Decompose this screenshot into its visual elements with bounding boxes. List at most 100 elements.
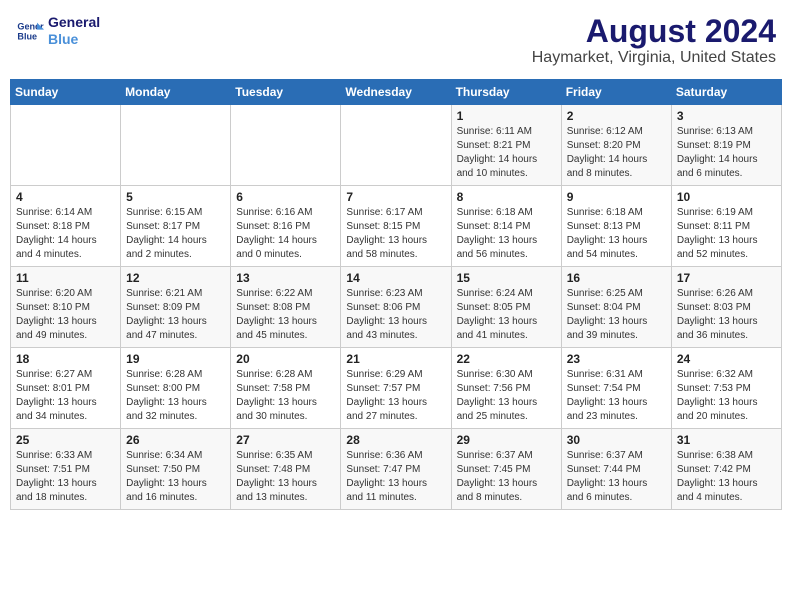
calendar-cell: 6Sunrise: 6:16 AM Sunset: 8:16 PM Daylig… [231,186,341,267]
calendar-cell: 19 Sunrise: 6:28 AM Sunset: 8:00 PM Dayli… [121,348,231,429]
week-row-2: 4 Sunrise: 6:14 AM Sunset: 8:18 PM Daylig… [11,186,782,267]
day-info: Sunrise: 6:17 AM Sunset: 8:15 PM Dayligh… [346,206,445,262]
calendar-cell: 8 Sunrise: 6:18 AM Sunset: 8:14 PM Daylig… [451,186,561,267]
calendar-cell: 23 Sunrise: 6:31 AM Sunset: 7:54 PM Dayli… [561,348,671,429]
day-info: Sunrise: 6:36 AM Sunset: 7:47 PM Dayligh… [346,449,445,505]
calendar-cell: 2 Sunrise: 6:12 AM Sunset: 8:20 PM Daylig… [561,105,671,186]
day-number: 19 [126,352,225,366]
logo-line1: General [48,14,100,31]
day-number: 5 [126,190,225,204]
day-info: Sunrise: 6:19 AM Sunset: 8:11 PM Dayligh… [677,206,776,262]
day-number: 9 [567,190,666,204]
week-row-5: 25 Sunrise: 6:33 AM Sunset: 7:51 PM Dayli… [11,429,782,510]
calendar-cell: 18Sunrise: 6:27 AM Sunset: 8:01 PM Dayli… [11,348,121,429]
calendar-cell [11,105,121,186]
day-header-tuesday: Tuesday [231,80,341,105]
day-info: Sunrise: 6:21 AM Sunset: 8:09 PM Dayligh… [126,287,225,343]
day-header-saturday: Saturday [671,80,781,105]
day-info: Sunrise: 6:25 AM Sunset: 8:04 PM Dayligh… [567,287,666,343]
day-header-thursday: Thursday [451,80,561,105]
calendar-cell: 26 Sunrise: 6:34 AM Sunset: 7:50 PM Dayli… [121,429,231,510]
day-header-sunday: Sunday [11,80,121,105]
day-info: Sunrise: 6:22 AM Sunset: 8:08 PM Dayligh… [236,287,335,343]
calendar-cell: 4 Sunrise: 6:14 AM Sunset: 8:18 PM Daylig… [11,186,121,267]
day-number: 4 [16,190,115,204]
day-info: Sunrise: 6:35 AM Sunset: 7:48 PM Dayligh… [236,449,335,505]
day-number: 18 [16,352,115,366]
day-info: Sunrise: 6:18 AM Sunset: 8:14 PM Dayligh… [457,206,556,262]
day-info: Sunrise: 6:32 AM Sunset: 7:53 PM Dayligh… [677,368,776,424]
calendar-cell [231,105,341,186]
calendar-cell: 31Sunrise: 6:38 AM Sunset: 7:42 PM Dayli… [671,429,781,510]
title-block: August 2024 Haymarket, Virginia, United … [532,14,776,67]
calendar-cell [121,105,231,186]
calendar-cell: 14 Sunrise: 6:23 AM Sunset: 8:06 PM Dayli… [341,267,451,348]
calendar-cell: 22 Sunrise: 6:30 AM Sunset: 7:56 PM Dayli… [451,348,561,429]
calendar-cell: 17 Sunrise: 6:26 AM Sunset: 8:03 PM Dayli… [671,267,781,348]
day-number: 24 [677,352,776,366]
day-info: Sunrise: 6:11 AM Sunset: 8:21 PM Dayligh… [457,125,556,181]
day-info: Sunrise: 6:14 AM Sunset: 8:18 PM Dayligh… [16,206,115,262]
day-number: 13 [236,271,335,285]
day-info: Sunrise: 6:23 AM Sunset: 8:06 PM Dayligh… [346,287,445,343]
day-number: 14 [346,271,445,285]
day-info: Sunrise: 6:29 AM Sunset: 7:57 PM Dayligh… [346,368,445,424]
calendar-cell: 3Sunrise: 6:13 AM Sunset: 8:19 PM Daylig… [671,105,781,186]
calendar-cell: 20 Sunrise: 6:28 AM Sunset: 7:58 PM Dayli… [231,348,341,429]
day-number: 11 [16,271,115,285]
calendar-cell: 13 Sunrise: 6:22 AM Sunset: 8:08 PM Dayli… [231,267,341,348]
day-number: 23 [567,352,666,366]
day-info: Sunrise: 6:33 AM Sunset: 7:51 PM Dayligh… [16,449,115,505]
calendar-cell [341,105,451,186]
calendar-cell: 12 Sunrise: 6:21 AM Sunset: 8:09 PM Dayli… [121,267,231,348]
calendar-header-row: SundayMondayTuesdayWednesdayThursdayFrid… [11,80,782,105]
day-number: 2 [567,109,666,123]
day-number: 1 [457,109,556,123]
day-info: Sunrise: 6:18 AM Sunset: 8:13 PM Dayligh… [567,206,666,262]
day-number: 30 [567,433,666,447]
calendar-cell: 27Sunrise: 6:35 AM Sunset: 7:48 PM Dayli… [231,429,341,510]
day-number: 26 [126,433,225,447]
week-row-3: 11 Sunrise: 6:20 AM Sunset: 8:10 PM Dayli… [11,267,782,348]
day-info: Sunrise: 6:28 AM Sunset: 8:00 PM Dayligh… [126,368,225,424]
day-number: 8 [457,190,556,204]
day-number: 12 [126,271,225,285]
week-row-1: 1 Sunrise: 6:11 AM Sunset: 8:21 PM Daylig… [11,105,782,186]
day-info: Sunrise: 6:37 AM Sunset: 7:45 PM Dayligh… [457,449,556,505]
calendar-cell: 24 Sunrise: 6:32 AM Sunset: 7:53 PM Dayli… [671,348,781,429]
calendar-cell: 11 Sunrise: 6:20 AM Sunset: 8:10 PM Dayli… [11,267,121,348]
calendar-cell: 30Sunrise: 6:37 AM Sunset: 7:44 PM Dayli… [561,429,671,510]
day-number: 17 [677,271,776,285]
day-info: Sunrise: 6:15 AM Sunset: 8:17 PM Dayligh… [126,206,225,262]
day-info: Sunrise: 6:26 AM Sunset: 8:03 PM Dayligh… [677,287,776,343]
page-title: August 2024 [532,14,776,49]
day-info: Sunrise: 6:12 AM Sunset: 8:20 PM Dayligh… [567,125,666,181]
svg-text:Blue: Blue [17,31,37,41]
day-info: Sunrise: 6:31 AM Sunset: 7:54 PM Dayligh… [567,368,666,424]
day-number: 20 [236,352,335,366]
logo: General Blue General Blue [16,14,100,48]
day-header-monday: Monday [121,80,231,105]
day-info: Sunrise: 6:13 AM Sunset: 8:19 PM Dayligh… [677,125,776,181]
day-number: 28 [346,433,445,447]
calendar-cell: 28 Sunrise: 6:36 AM Sunset: 7:47 PM Dayli… [341,429,451,510]
day-number: 15 [457,271,556,285]
day-number: 29 [457,433,556,447]
day-header-wednesday: Wednesday [341,80,451,105]
calendar-cell: 15Sunrise: 6:24 AM Sunset: 8:05 PM Dayli… [451,267,561,348]
day-number: 22 [457,352,556,366]
day-number: 21 [346,352,445,366]
calendar-cell: 1 Sunrise: 6:11 AM Sunset: 8:21 PM Daylig… [451,105,561,186]
day-info: Sunrise: 6:28 AM Sunset: 7:58 PM Dayligh… [236,368,335,424]
day-info: Sunrise: 6:16 AM Sunset: 8:16 PM Dayligh… [236,206,335,262]
calendar-cell: 7Sunrise: 6:17 AM Sunset: 8:15 PM Daylig… [341,186,451,267]
day-number: 25 [16,433,115,447]
day-info: Sunrise: 6:34 AM Sunset: 7:50 PM Dayligh… [126,449,225,505]
calendar-table: SundayMondayTuesdayWednesdayThursdayFrid… [10,79,782,510]
day-number: 16 [567,271,666,285]
calendar-cell: 9 Sunrise: 6:18 AM Sunset: 8:13 PM Daylig… [561,186,671,267]
day-info: Sunrise: 6:20 AM Sunset: 8:10 PM Dayligh… [16,287,115,343]
page-subtitle: Haymarket, Virginia, United States [532,49,776,67]
day-info: Sunrise: 6:30 AM Sunset: 7:56 PM Dayligh… [457,368,556,424]
page-header: General Blue General Blue August 2024 Ha… [10,10,782,71]
